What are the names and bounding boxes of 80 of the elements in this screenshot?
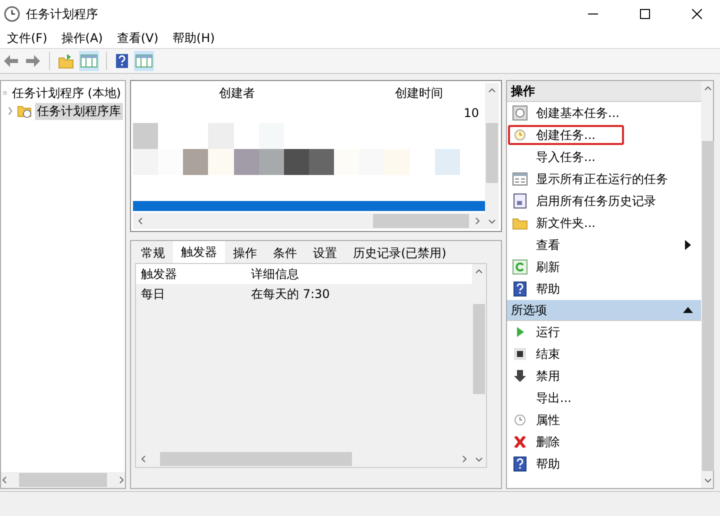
- action-item[interactable]: 导出...: [536, 390, 701, 406]
- show-tree-button[interactable]: [79, 51, 99, 71]
- action-item[interactable]: 启用所有任务历史记录: [536, 192, 701, 210]
- action-item[interactable]: 禁用: [536, 368, 701, 384]
- clock-icon: [512, 412, 528, 428]
- submenu-arrow-icon: [685, 240, 691, 250]
- refresh-icon: [512, 259, 528, 275]
- table-cell-text: 每日: [140, 286, 166, 302]
- tab[interactable]: 历史记录(已禁用): [345, 243, 454, 263]
- menu-item[interactable]: 帮助(H): [165, 28, 222, 48]
- section-header[interactable]: 操作: [507, 81, 701, 102]
- help-icon: [115, 53, 129, 69]
- action-item[interactable]: 显示所有正在运行的任务: [536, 170, 701, 188]
- action-item[interactable]: 帮助: [536, 280, 701, 298]
- help-button[interactable]: [114, 51, 130, 71]
- action-item[interactable]: 刷新: [536, 258, 701, 276]
- chevron-icon[interactable]: [7, 106, 14, 116]
- clock-icon: [4, 6, 20, 22]
- column-header[interactable]: 详细信息: [246, 266, 472, 282]
- tab[interactable]: 条件: [265, 243, 305, 263]
- table-cell-text: 在每天的 7:30: [250, 286, 331, 302]
- action-item[interactable]: 创建任务...: [536, 126, 701, 144]
- scroll-left-icon: [1, 476, 9, 484]
- window-title: 任务计划程序: [26, 6, 99, 22]
- action-item[interactable]: 帮助: [536, 456, 701, 472]
- menu-item[interactable]: 查看(V): [110, 28, 166, 48]
- column-header[interactable]: 创建时间: [309, 84, 485, 102]
- scroll-down-icon: [475, 455, 483, 463]
- column-header[interactable]: 创建者: [133, 84, 309, 102]
- section-header[interactable]: 所选项: [507, 300, 701, 321]
- clock-icon: [512, 127, 528, 143]
- scroll-left-icon: [140, 455, 148, 463]
- action-item[interactable]: 属性: [536, 412, 701, 428]
- scroll-right-icon: [117, 476, 125, 484]
- vertical-scrollbar[interactable]: [701, 81, 713, 488]
- tab[interactable]: 触发器: [173, 241, 225, 263]
- left-arrow-icon: [3, 54, 19, 68]
- right-arrow-icon: [25, 54, 41, 68]
- action-item[interactable]: 创建基本任务...: [536, 104, 701, 122]
- tab[interactable]: 设置: [305, 243, 345, 263]
- scroll-left-icon: [137, 217, 145, 225]
- table-cell: 10: [464, 106, 479, 120]
- show-action-pane-button[interactable]: [134, 51, 154, 71]
- scroll-up-icon: [704, 85, 712, 93]
- action-item[interactable]: 查看: [536, 236, 677, 254]
- down-arrow-icon: [512, 368, 528, 384]
- action-item[interactable]: 导入任务...: [536, 148, 701, 166]
- horizontal-scrollbar[interactable]: [1, 472, 125, 488]
- scroll-up-icon: [475, 268, 483, 276]
- maximize-icon: [640, 9, 650, 19]
- close-icon: [692, 9, 702, 19]
- folder-icon: [58, 53, 74, 69]
- action-item[interactable]: 删除: [536, 434, 701, 450]
- folder-button[interactable]: [57, 51, 75, 71]
- action-item[interactable]: 运行: [536, 324, 701, 340]
- horizontal-scrollbar[interactable]: [133, 213, 485, 229]
- tree-item[interactable]: 任务计划程序 (本地): [10, 84, 123, 102]
- document-icon: [512, 193, 528, 209]
- help-icon: [512, 456, 528, 472]
- menu-item[interactable]: 文件(F): [0, 28, 54, 48]
- folder-clock-icon: [17, 103, 32, 119]
- scroll-up-icon: [488, 87, 496, 95]
- scroll-down-icon: [704, 476, 712, 484]
- column-header[interactable]: 触发器: [136, 266, 246, 282]
- help-icon: [512, 281, 528, 297]
- action-item[interactable]: 新文件夹...: [536, 214, 701, 232]
- tab[interactable]: 常规: [133, 243, 173, 263]
- list-window-icon: [512, 171, 528, 187]
- scroll-down-icon: [488, 217, 496, 225]
- tree-item[interactable]: 任务计划程序库: [35, 102, 123, 120]
- panel-icon: [80, 53, 98, 69]
- scroll-right-icon: [460, 455, 468, 463]
- vertical-scrollbar[interactable]: [485, 83, 499, 229]
- panel-icon: [135, 53, 153, 69]
- tab[interactable]: 操作: [225, 243, 265, 263]
- stop-icon: [512, 346, 528, 362]
- scroll-right-icon: [473, 217, 481, 225]
- menu-item[interactable]: 操作(A): [54, 28, 110, 48]
- action-item[interactable]: 结束: [536, 346, 701, 362]
- delete-icon: [512, 434, 528, 450]
